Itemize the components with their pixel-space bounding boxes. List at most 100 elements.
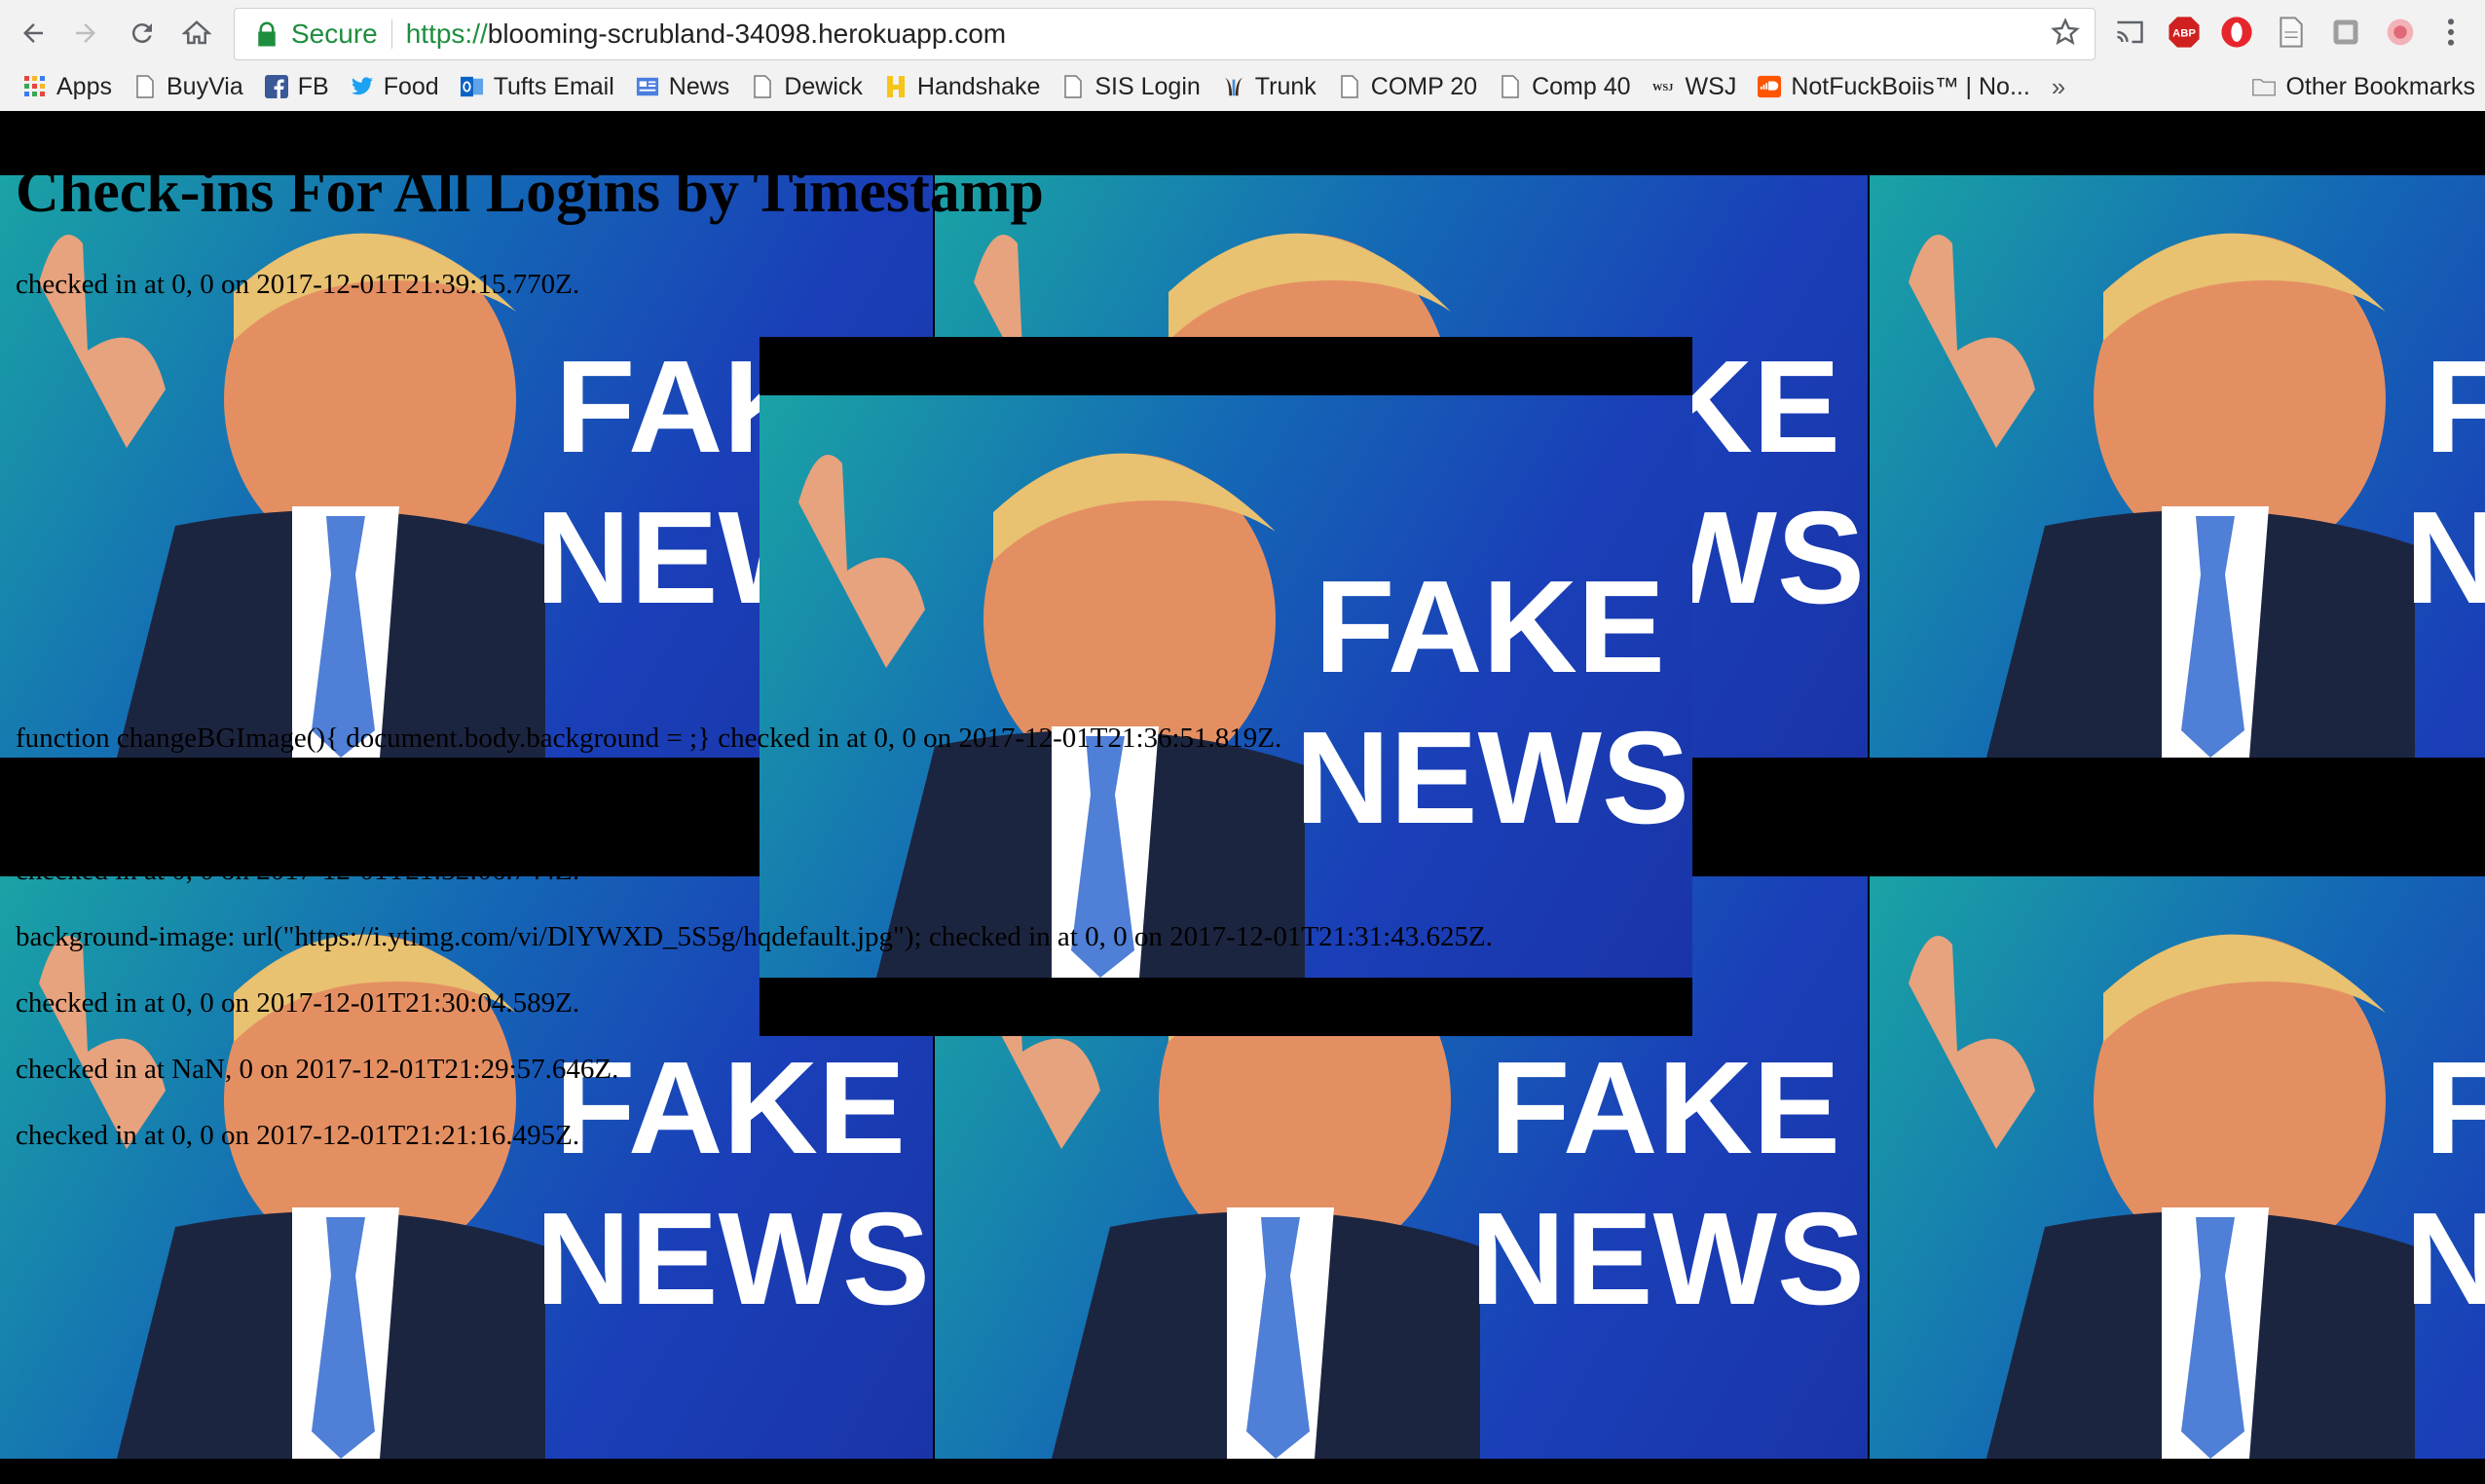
tile-caption-line-2: NEWS — [1470, 1185, 1865, 1333]
news-icon — [636, 75, 659, 98]
reload-button[interactable] — [123, 14, 162, 53]
home-icon — [182, 20, 211, 45]
wsj-icon: WSJ — [1652, 75, 1676, 98]
reload-icon — [131, 23, 152, 44]
document-icon[interactable] — [2275, 16, 2308, 49]
person-pointing-figure — [39, 934, 545, 1459]
bookmarks-bar: Apps BuyVia FB Food Tufts Email News Dew… — [0, 64, 2485, 109]
bookmark-dewick[interactable]: Dewick — [751, 73, 863, 101]
bookmark-buyvia[interactable]: BuyVia — [133, 73, 243, 101]
soundcloud-icon — [1758, 75, 1782, 98]
page-icon — [1338, 75, 1361, 98]
record-icon[interactable] — [2384, 16, 2417, 49]
bookmark-news[interactable]: News — [636, 72, 730, 101]
bookmark-label: Food — [383, 72, 439, 100]
url-host: blooming-scrubland-34098.herokuapp.com — [487, 19, 1007, 49]
page-icon — [1499, 75, 1522, 98]
bookmark-label: Handshake — [916, 72, 1041, 100]
background-tile: FAKENEWS — [1870, 175, 2485, 758]
tile-caption-line-2: NEWS — [2405, 484, 2485, 632]
caption-line-2: NEWS — [1295, 704, 1689, 852]
page-icon — [1061, 75, 1085, 98]
checkin-line: function changeBGImage(){ document.body.… — [16, 723, 1282, 754]
bookmark-label: COMP 20 — [1370, 72, 1478, 100]
bookmark-label: Apps — [56, 72, 112, 100]
page-title: Check-ins For All Logins by Timestamp — [16, 159, 1044, 225]
page-icon — [133, 75, 157, 98]
bookmark-label: Tufts Email — [493, 72, 614, 100]
tile-caption: FAKENEWS — [2405, 331, 2485, 634]
back-button[interactable] — [14, 14, 53, 53]
trunk-icon — [1222, 75, 1245, 98]
bookmark-apps[interactable]: Apps — [23, 73, 112, 101]
page-viewport: FAKENEWS FAKENEWS FAKENEWS — [0, 111, 2485, 1484]
adblock-icon[interactable]: ABP — [2168, 16, 2201, 49]
apps-grid-icon — [23, 75, 47, 98]
bookmark-label: Comp 40 — [1532, 72, 1631, 100]
bookmark-tufts-email[interactable]: Tufts Email — [460, 72, 614, 101]
bookmark-fb[interactable]: FB — [264, 72, 329, 101]
tile-caption-line-2: NEWS — [536, 1185, 930, 1333]
fake-news-image-content: FAKE NEWS — [760, 395, 1692, 978]
svg-text:WSJ: WSJ — [1652, 83, 1673, 93]
browser-chrome: Secure https:// blooming-scrubland-34098… — [0, 0, 2485, 112]
bookmark-label: WSJ — [1685, 72, 1737, 100]
cast-icon[interactable] — [2113, 16, 2146, 49]
outlook-icon — [460, 75, 484, 98]
url-scheme: https:// — [405, 19, 488, 49]
bookmark-handshake[interactable]: Handshake — [884, 73, 1040, 101]
tile-caption-line-1: FAKE — [2424, 333, 2485, 480]
bookmark-wsj[interactable]: WSJ WSJ — [1652, 73, 1737, 101]
tile-caption-line-1: FAKE — [1489, 1034, 1841, 1181]
facebook-icon — [264, 75, 288, 98]
square-icon[interactable] — [2329, 16, 2362, 49]
fake-news-caption: FAKE NEWS — [1295, 551, 1689, 854]
background-tile: FAKENEWS — [1870, 876, 2485, 1459]
bookmark-label: FB — [297, 72, 329, 100]
person-pointing-figure — [1909, 934, 2415, 1459]
handshake-icon — [884, 75, 908, 98]
star-icon[interactable] — [2050, 17, 2081, 48]
person-pointing-figure — [1909, 233, 2415, 758]
checkin-line: checked in at 0, 0 on 2017-12-01T21:21:1… — [16, 1120, 580, 1151]
twitter-icon — [351, 75, 374, 98]
checkin-line: checked in at NaN, 0 on 2017-12-01T21:29… — [16, 1054, 619, 1085]
opera-icon[interactable] — [2220, 16, 2253, 49]
bookmark-comp20[interactable]: COMP 20 — [1338, 73, 1477, 101]
checkin-line: checked in at 0, 0 on 2017-12-01T21:33:1… — [16, 789, 580, 820]
home-button[interactable] — [177, 14, 216, 53]
tile-caption: FAKENEWS — [1470, 1032, 1865, 1335]
page-icon — [751, 75, 774, 98]
bookmark-label: NotFuckBoiis™ | No... — [1791, 72, 2030, 100]
bookmark-label: BuyVia — [166, 72, 243, 100]
caption-line-1: FAKE — [1314, 553, 1666, 700]
bookmark-label: News — [668, 72, 730, 100]
address-bar[interactable]: Secure https:// blooming-scrubland-34098… — [234, 8, 2096, 60]
forward-button[interactable] — [66, 14, 105, 53]
svg-text:ABP: ABP — [2172, 27, 2196, 39]
bookmark-label: Other Bookmarks — [2285, 72, 2475, 100]
checkin-line: background-image: url("https://i.ytimg.c… — [16, 921, 1493, 952]
checkin-line: checked in at 0, 0 on 2017-12-01T21:32:0… — [16, 855, 580, 886]
bookmarks-overflow-button[interactable]: » — [2052, 72, 2065, 102]
checkin-line: checked in at 0, 0 on 2017-12-01T21:39:1… — [16, 269, 580, 300]
bookmark-label: Dewick — [784, 72, 863, 100]
bookmark-sis-login[interactable]: SIS Login — [1061, 72, 1201, 101]
bookmark-label: SIS Login — [1094, 72, 1201, 100]
tile-caption-line-1: FAKE — [2424, 1034, 2485, 1181]
secure-label: Secure — [291, 19, 378, 49]
bookmark-trunk[interactable]: Trunk — [1222, 73, 1317, 101]
person-pointing-figure — [798, 453, 1305, 978]
other-bookmarks[interactable]: Other Bookmarks — [2252, 73, 2475, 101]
bookmark-food[interactable]: Food — [351, 73, 439, 101]
arrow-right-icon — [76, 23, 95, 43]
divider — [390, 19, 392, 49]
checkin-line: checked in at 0, 0 on 2017-12-01T21:30:0… — [16, 987, 580, 1019]
bookmark-notfuckboiis[interactable]: NotFuckBoiis™ | No... — [1758, 72, 2030, 101]
arrow-left-icon — [23, 23, 43, 43]
person-pointing-figure — [39, 233, 545, 758]
bookmark-comp40[interactable]: Comp 40 — [1499, 72, 1631, 101]
tile-caption-line-2: NEWS — [2405, 1185, 2485, 1333]
menu-icon[interactable] — [2434, 16, 2467, 49]
lock-icon — [258, 21, 276, 47]
